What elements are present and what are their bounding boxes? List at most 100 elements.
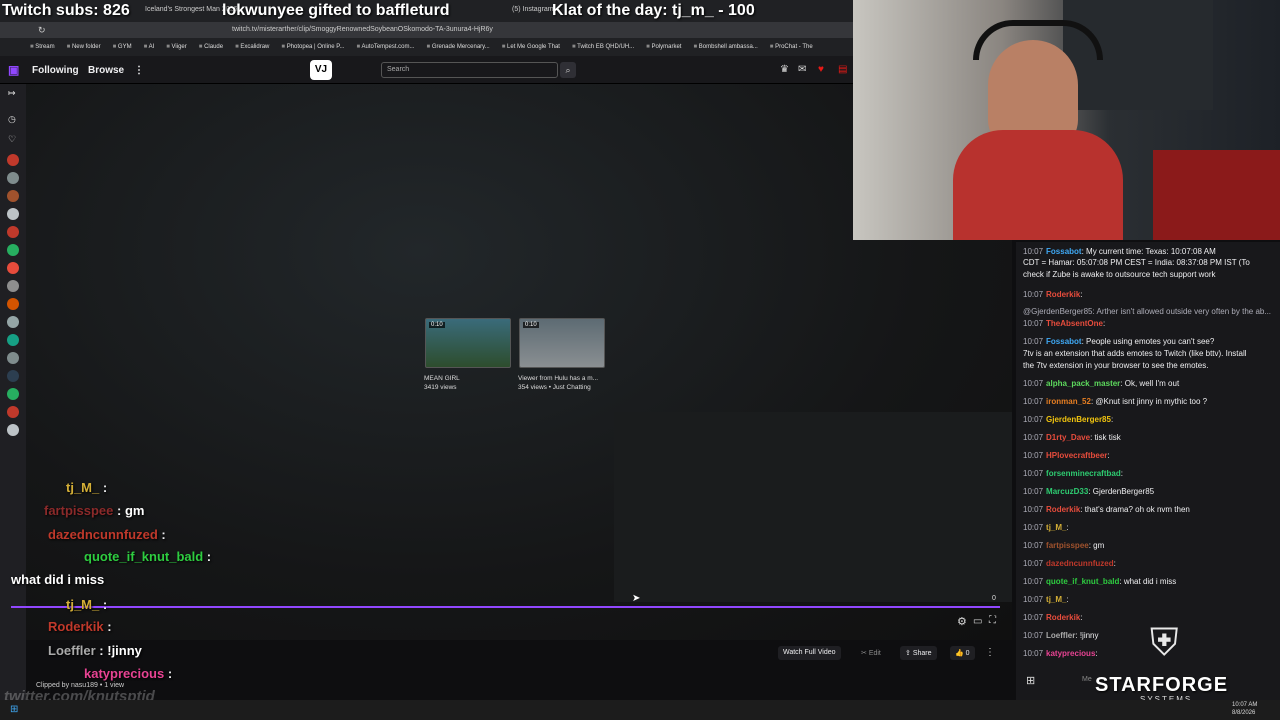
- chat-username[interactable]: GjerdenBerger85: [1046, 415, 1111, 424]
- channel-avatar[interactable]: [7, 298, 19, 310]
- collapse-arrow-icon[interactable]: ↦: [8, 88, 16, 99]
- search-icon[interactable]: ⌕: [560, 62, 576, 78]
- bookmark[interactable]: Polymarket: [646, 44, 681, 50]
- chat-timestamp: 10:07: [1023, 577, 1044, 586]
- like-button[interactable]: 👍 0: [950, 646, 975, 660]
- chat-message: 10:07 D1rty_Dave: tisk tisk: [1023, 432, 1121, 443]
- chat-username[interactable]: dazedncunnfuzed: [1046, 559, 1114, 568]
- reload-icon[interactable]: ↻: [38, 25, 46, 36]
- bookmark[interactable]: Bombshell ambassa...: [693, 44, 758, 50]
- channel-avatar[interactable]: [7, 388, 19, 400]
- bookmark[interactable]: Let Me Google That: [502, 44, 560, 50]
- channel-avatar[interactable]: [7, 244, 19, 256]
- channel-avatar[interactable]: [7, 370, 19, 382]
- chat-message-text: what did i miss: [1123, 577, 1177, 586]
- channel-avatar[interactable]: [7, 352, 19, 364]
- bookmark[interactable]: Stream: [30, 44, 54, 50]
- chat-message: 10:07 forsenminecraftbad:: [1023, 468, 1123, 479]
- video-progress-bar[interactable]: [11, 606, 1000, 608]
- chat-timestamp: 10:07: [1023, 433, 1044, 442]
- channel-avatar[interactable]: [7, 424, 19, 436]
- chat-username[interactable]: D1rty_Dave: [1046, 433, 1090, 442]
- chat-username[interactable]: forsenminecraftbad: [1046, 469, 1121, 478]
- system-tray: 10:07 AM 8/8/2026: [1013, 700, 1280, 720]
- bookmark[interactable]: Grenade Mercenary...: [427, 44, 490, 50]
- bookmark[interactable]: Photopea | Online P...: [281, 44, 345, 50]
- overlay-chat-message: what did i miss: [11, 572, 105, 587]
- more-options-icon[interactable]: ⋮: [985, 647, 995, 658]
- browser-tab[interactable]: (5) Instagram: [512, 6, 554, 13]
- chat-username[interactable]: fartpisspee: [1046, 541, 1089, 550]
- theatre-mode-icon[interactable]: ▭: [973, 616, 982, 627]
- channel-avatar[interactable]: [7, 208, 19, 220]
- chat-message-text: CDT = Hamar: 05:07:08 PM CEST = India: 0…: [1023, 258, 1250, 267]
- chat-input[interactable]: Me: [1082, 676, 1092, 683]
- channel-avatar[interactable]: [7, 280, 19, 292]
- bookmark[interactable]: Excalidraw: [235, 44, 269, 50]
- bookmark[interactable]: ProChat - The: [770, 44, 813, 50]
- chat-message-text: @GjerdenBerger85: Arther isn't allowed o…: [1023, 307, 1272, 316]
- crown-icon[interactable]: ♛: [780, 64, 789, 75]
- address-bar[interactable]: ↻ twitch.tv/misterarther/clip/SmoggyReno…: [0, 22, 853, 38]
- bookmark[interactable]: Claude: [199, 44, 223, 50]
- chat-username[interactable]: quote_if_knut_bald: [1046, 577, 1119, 586]
- nav-browse[interactable]: Browse: [88, 65, 124, 76]
- heart-icon[interactable]: ♡: [8, 134, 16, 145]
- whispers-icon[interactable]: ▤: [838, 64, 847, 75]
- chat-panel: 10:07 Fossabot: My current time: Texas: 1…: [1016, 242, 1280, 720]
- emote-picker-icon[interactable]: ⊞: [1026, 674, 1035, 687]
- channel-avatar[interactable]: [7, 406, 19, 418]
- inbox-icon[interactable]: ✉: [798, 64, 806, 75]
- related-clip-thumbnail[interactable]: 0:10: [425, 318, 511, 368]
- chat-username[interactable]: ironman_52: [1046, 397, 1091, 406]
- bookmark[interactable]: AutoTempest.com...: [357, 44, 414, 50]
- bookmark[interactable]: Viiger: [166, 44, 187, 50]
- channel-avatar[interactable]: [7, 262, 19, 274]
- related-clip-thumbnail[interactable]: 0:10: [519, 318, 605, 368]
- nav-following[interactable]: Following: [32, 65, 79, 76]
- bookmark[interactable]: GYM: [113, 44, 132, 50]
- channel-avatar[interactable]: [7, 226, 19, 238]
- bookmark[interactable]: AI: [144, 44, 155, 50]
- chat-username[interactable]: Roderkik: [1046, 505, 1080, 514]
- history-icon[interactable]: ◷: [8, 114, 16, 125]
- chat-username[interactable]: tj_M_: [1046, 523, 1066, 532]
- chat-username[interactable]: Roderkik: [1046, 290, 1080, 299]
- channel-avatar[interactable]: [7, 334, 19, 346]
- watch-full-video-button[interactable]: Watch Full Video: [778, 646, 841, 660]
- chat-message: 10:07 HPlovecraftbeer:: [1023, 450, 1110, 461]
- chat-username[interactable]: alpha_pack_master: [1046, 379, 1120, 388]
- start-menu-icon[interactable]: ⊞: [10, 704, 18, 715]
- chat-username[interactable]: katyprecious: [1046, 649, 1095, 658]
- twitch-logo-icon[interactable]: ▣: [8, 63, 19, 77]
- chat-username[interactable]: tj_M_: [1046, 595, 1066, 604]
- nav-more-icon[interactable]: ⋮: [134, 65, 144, 76]
- chat-username[interactable]: Fossabot: [1046, 247, 1082, 256]
- bookmark[interactable]: New folder: [67, 44, 101, 50]
- chat-message: @GjerdenBerger85: Arther isn't allowed o…: [1023, 306, 1271, 317]
- fullscreen-icon[interactable]: ⛶: [989, 615, 996, 626]
- bookmark[interactable]: Twitch EB QHD/UH...: [572, 44, 634, 50]
- url-text[interactable]: twitch.tv/misterarther/clip/SmoggyRenown…: [232, 26, 493, 33]
- chat-username[interactable]: Loeffler: [1046, 631, 1075, 640]
- chat-username[interactable]: Roderkik: [1046, 613, 1080, 622]
- chat-timestamp: 10:07: [1023, 505, 1044, 514]
- overlay-gift: lokwunyee gifted to baffleturd: [222, 2, 450, 19]
- chat-username[interactable]: Fossabot: [1046, 337, 1082, 346]
- notifications-icon[interactable]: ♥: [818, 64, 824, 75]
- chat-message: 10:07 alpha_pack_master: Ok, well I'm out: [1023, 378, 1179, 389]
- channel-avatar[interactable]: [7, 154, 19, 166]
- edit-button[interactable]: ✂ Edit: [856, 646, 886, 660]
- related-clip-caption[interactable]: MEAN GIRL 3419 views: [424, 374, 460, 392]
- share-button[interactable]: ⇪ Share: [900, 646, 937, 660]
- channel-avatar[interactable]: [7, 190, 19, 202]
- chat-username[interactable]: HPlovecraftbeer: [1046, 451, 1107, 460]
- channel-avatar[interactable]: [7, 316, 19, 328]
- related-clip-caption[interactable]: Viewer from Hulu has a m... 354 views • …: [518, 374, 598, 392]
- extension-logo-icon[interactable]: VJ: [310, 60, 332, 80]
- chat-username[interactable]: TheAbsentOne: [1046, 319, 1103, 328]
- search-input[interactable]: Search: [381, 62, 558, 78]
- settings-gear-icon[interactable]: ⚙: [957, 615, 967, 628]
- channel-avatar[interactable]: [7, 172, 19, 184]
- chat-username[interactable]: MarcuzD33: [1046, 487, 1088, 496]
